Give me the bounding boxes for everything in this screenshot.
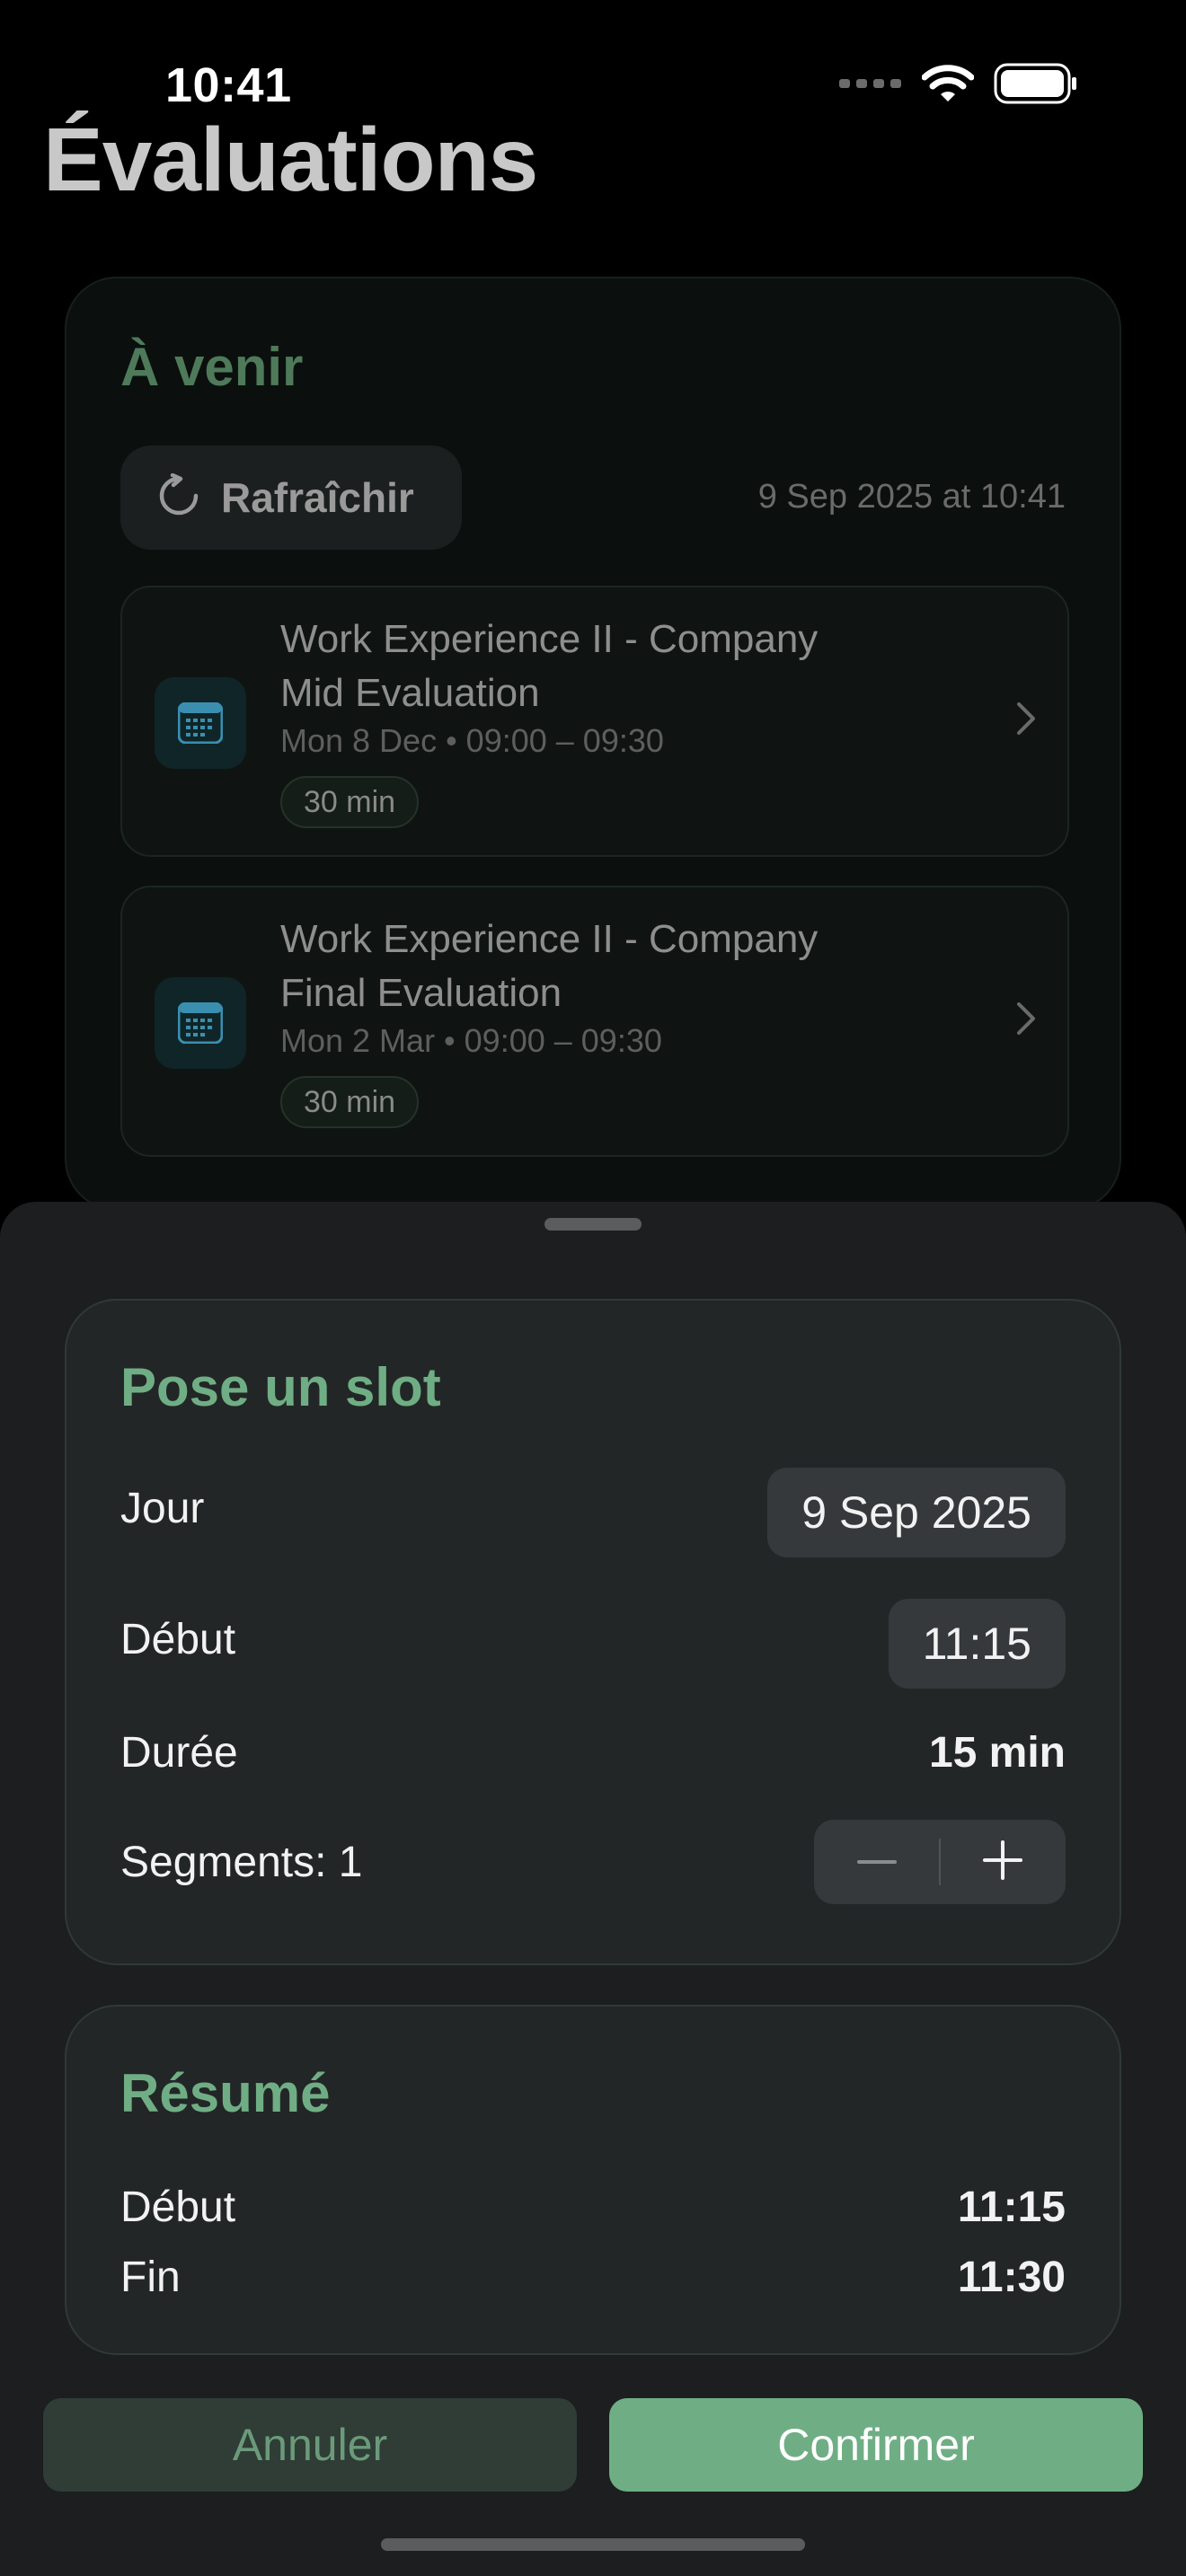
battery-icon xyxy=(994,63,1078,109)
summary-panel: Résumé Début 11:15 Fin 11:30 xyxy=(65,2005,1121,2355)
summary-end-value: 11:30 xyxy=(957,2254,1066,2301)
segments-label: Segments: 1 xyxy=(120,1839,363,1886)
evaluation-meta: Mon 2 Mar • 09:00 – 09:30 xyxy=(280,1022,662,1059)
evaluation-title: Work Experience II - Company Final Evalu… xyxy=(280,917,819,1015)
duration-label: Durée xyxy=(120,1729,238,1777)
cellular-icon xyxy=(839,77,902,94)
upcoming-heading: À venir xyxy=(120,337,304,397)
summary-start-value: 11:15 xyxy=(957,2183,1066,2231)
summary-start-label: Début xyxy=(120,2183,236,2231)
duration-badge: 30 min xyxy=(280,776,420,828)
refresh-button[interactable]: Rafraîchir xyxy=(120,446,462,550)
calendar-icon xyxy=(155,677,246,769)
slot-form-panel: Pose un slot Jour 9 Sep 2025 Début 11:15… xyxy=(65,1299,1121,1965)
evaluation-meta: Mon 8 Dec • 09:00 – 09:30 xyxy=(280,722,664,759)
decrement-button[interactable] xyxy=(814,1820,939,1904)
upcoming-card: À venir Rafraîchir 9 Sep 2025 at 10:41 W… xyxy=(65,277,1121,1211)
day-picker[interactable]: 9 Sep 2025 xyxy=(767,1468,1066,1557)
calendar-icon xyxy=(155,977,246,1069)
home-indicator xyxy=(381,2538,805,2551)
duration-badge: 30 min xyxy=(280,1076,420,1128)
refresh-icon xyxy=(156,472,201,523)
cancel-button[interactable]: Annuler xyxy=(43,2398,577,2492)
summary-heading: Résumé xyxy=(120,2063,331,2123)
segments-stepper[interactable] xyxy=(814,1820,1066,1904)
slot-form-heading: Pose un slot xyxy=(120,1357,441,1417)
day-label: Jour xyxy=(120,1485,205,1532)
chevron-right-icon xyxy=(1015,701,1037,741)
refresh-label: Rafraîchir xyxy=(221,474,414,521)
chevron-right-icon xyxy=(1015,1001,1037,1041)
start-label: Début xyxy=(120,1616,236,1663)
page-title: Évaluations xyxy=(43,110,538,210)
plus-icon xyxy=(983,1839,1023,1884)
status-icons xyxy=(839,63,1078,108)
start-time-picker[interactable]: 11:15 xyxy=(888,1599,1066,1689)
bottom-sheet: Pose un slot Jour 9 Sep 2025 Début 11:15… xyxy=(0,1202,1186,2576)
last-updated: 9 Sep 2025 at 10:41 xyxy=(757,478,1066,516)
duration-value: 15 min xyxy=(928,1729,1066,1777)
status-time: 10:41 xyxy=(165,58,292,112)
sheet-grabber[interactable] xyxy=(544,1218,642,1231)
confirm-button[interactable]: Confirmer xyxy=(609,2398,1143,2492)
evaluation-item[interactable]: Work Experience II - Company Mid Evaluat… xyxy=(120,586,1069,857)
evaluation-title: Work Experience II - Company Mid Evaluat… xyxy=(280,617,819,715)
increment-button[interactable] xyxy=(941,1820,1066,1904)
evaluation-item[interactable]: Work Experience II - Company Final Evalu… xyxy=(120,886,1069,1157)
summary-end-label: Fin xyxy=(120,2254,181,2301)
minus-icon xyxy=(856,1854,897,1870)
wifi-icon xyxy=(921,64,975,108)
